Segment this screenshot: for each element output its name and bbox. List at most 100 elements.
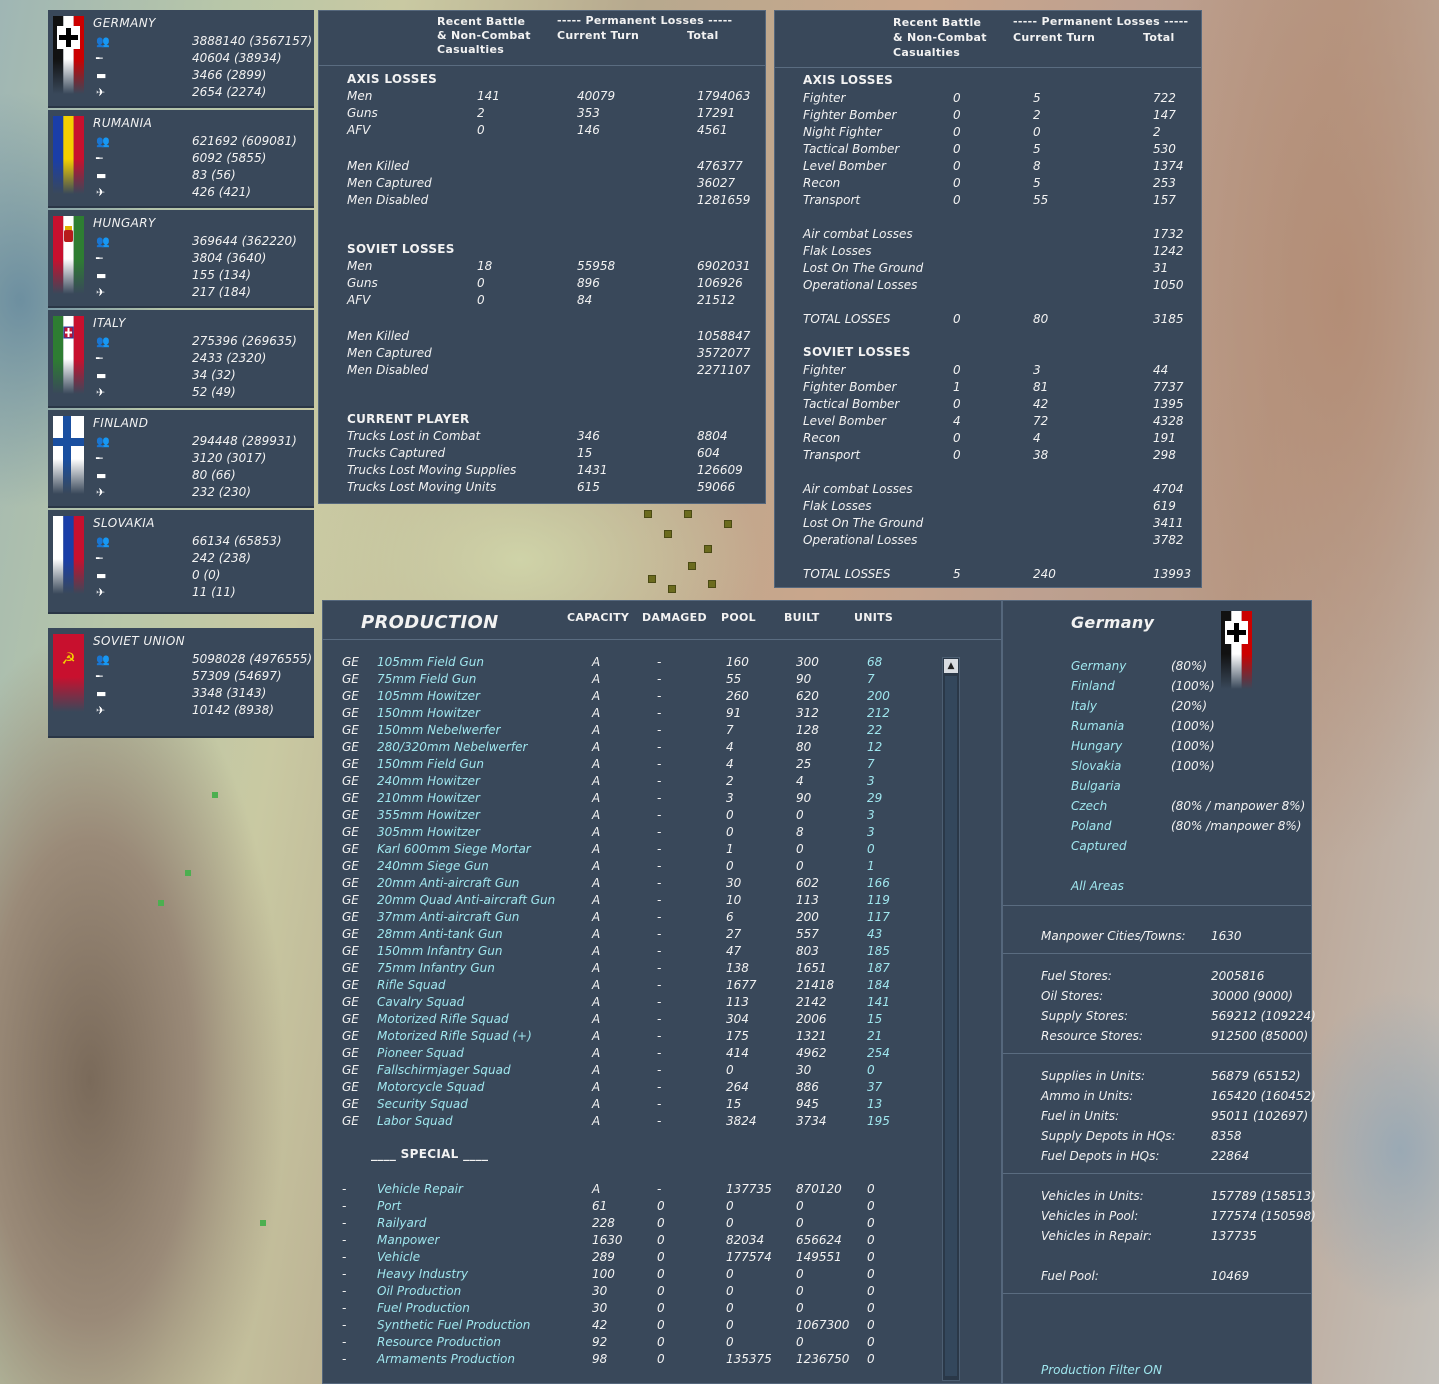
production-row[interactable]: GE 305mm Howitzer A - 0 8 3 [323,825,923,842]
nation-box-finland[interactable]: FINLAND 👥 294448 (289931) ╾ 3120 (3017) ▬ 80 (… [48,410,314,508]
production-row[interactable]: GE Labor Squad A - 3824 3734 195 [323,1114,923,1131]
production-row[interactable]: GE Karl 600mm Siege Mortar A - 1 0 0 [323,842,923,859]
area-link[interactable]: Italy [1071,699,1097,713]
production-row[interactable]: GE Pioneer Squad A - 414 4962 254 [323,1046,923,1063]
production-row[interactable]: GE 28mm Anti-tank Gun A - 27 557 43 [323,927,923,944]
unit-supply-label: Ammo in Units: [1041,1089,1134,1103]
production-row[interactable]: GE 150mm Howitzer A - 91 312 212 [323,706,923,723]
area-link[interactable]: Hungary [1071,739,1122,753]
nation-box-germany[interactable]: GERMANY 👥 3888140 (3567157) ╾ 40604 (38934) ▬… [48,10,314,108]
col-damaged[interactable]: DAMAGED [642,611,707,625]
item-cell: 187 [867,961,890,975]
special-row[interactable]: - Manpower 1630 0 82034 656624 0 [323,1233,923,1250]
special-row[interactable]: - Fuel Production 30 0 0 0 0 [323,1301,923,1318]
scroll-thumb[interactable] [945,676,957,1376]
production-row[interactable]: GE 150mm Nebelwerfer A - 7 128 22 [323,723,923,740]
production-row[interactable]: GE 75mm Field Gun A - 55 90 7 [323,672,923,689]
item-cell: GE [342,689,359,703]
production-row[interactable]: GE 150mm Field Gun A - 4 25 7 [323,757,923,774]
nation-men-value: 621692 (609081) [192,134,297,148]
unit-counter[interactable] [724,520,732,528]
col-units[interactable]: UNITS [854,611,893,625]
nation-box-hungary[interactable]: HUNGARY 👥 369644 (362220) ╾ 3804 (3640) ▬ 155 … [48,210,314,308]
special-row[interactable]: - Oil Production 30 0 0 0 0 [323,1284,923,1301]
area-link[interactable]: Slovakia [1071,759,1121,773]
unit-counter[interactable] [664,530,672,538]
item-cell: A [592,655,601,669]
special-row[interactable]: - Heavy Industry 100 0 0 0 0 [323,1267,923,1284]
unit-counter[interactable] [704,545,712,553]
production-filter-toggle[interactable]: Production Filter ON [1041,1363,1162,1377]
vehicle-value: 177574 (150598) [1211,1209,1316,1223]
production-row[interactable]: GE 75mm Infantry Gun A - 138 1651 187 [323,961,923,978]
item-cell: - [657,1114,662,1128]
area-link[interactable]: Captured [1071,839,1127,853]
col-pool[interactable]: POOL [721,611,756,625]
production-row[interactable]: GE 150mm Infantry Gun A - 47 803 185 [323,944,923,961]
production-row[interactable]: GE Cavalry Squad A - 113 2142 141 [323,995,923,1012]
special-item-cell: 228 [592,1216,615,1230]
area-link[interactable]: Rumania [1071,719,1124,733]
axis-ground-cell: Guns [347,106,378,120]
soviet-air-cell: Recon [803,431,841,445]
col-built[interactable]: BUILT [784,611,820,625]
special-row[interactable]: - Vehicle 289 0 177574 149551 0 [323,1250,923,1267]
production-scrollbar[interactable]: ▲ [942,657,960,1381]
unit-counter[interactable] [668,585,676,593]
nation-box-rumania[interactable]: RUMANIA 👥 621692 (609081) ╾ 6092 (5855) ▬ 83 (… [48,110,314,208]
production-row[interactable]: GE 105mm Howitzer A - 260 620 200 [323,689,923,706]
special-row[interactable]: - Vehicle Repair A - 137735 870120 0 [323,1182,923,1199]
nation-box-slovakia[interactable]: SLOVAKIA 👥 66134 (65853) ╾ 242 (238) ▬ 0 (0) ✈ 1… [48,510,314,614]
special-item-cell: 1067300 [796,1318,850,1332]
item-name: 105mm Field Gun [377,655,484,669]
area-link[interactable]: Bulgaria [1071,779,1121,793]
unit-counter[interactable] [648,575,656,583]
nation-box-italy[interactable]: ITALY 👥 275396 (269635) ╾ 2433 (2320) ▬ 34 (32… [48,310,314,408]
item-cell: 15 [867,1012,883,1026]
production-row[interactable]: GE Motorized Rifle Squad (+) A - 175 1321 21 [323,1029,923,1046]
col-capacity[interactable]: CAPACITY [567,611,629,625]
item-cell: GE [342,842,359,856]
production-row[interactable]: GE Security Squad A - 15 945 13 [323,1097,923,1114]
area-link[interactable]: Finland [1071,679,1115,693]
production-row[interactable]: GE Rifle Squad A - 1677 21418 184 [323,978,923,995]
axis-air-title: AXIS LOSSES [803,73,894,87]
production-row[interactable]: GE 210mm Howitzer A - 3 90 29 [323,791,923,808]
special-row[interactable]: - Railyard 228 0 0 0 0 [323,1216,923,1233]
production-row[interactable]: GE 20mm Anti-aircraft Gun A - 30 602 166 [323,876,923,893]
production-row[interactable]: GE 20mm Quad Anti-aircraft Gun A - 10 113 119 [323,893,923,910]
scroll-up-button[interactable]: ▲ [944,659,958,673]
special-item-cell: 0 [657,1335,665,1349]
special-item-cell: - [342,1216,347,1230]
production-row[interactable]: GE 355mm Howitzer A - 0 0 3 [323,808,923,825]
all-areas-link[interactable]: All Areas [1071,879,1124,893]
item-cell: A [592,757,601,771]
special-row[interactable]: - Armaments Production 98 0 135375 1236750 0 [323,1352,923,1369]
special-row[interactable]: - Synthetic Fuel Production 42 0 0 1067300 0 [323,1318,923,1335]
area-link[interactable]: Poland [1071,819,1112,833]
item-cell: 312 [796,706,819,720]
truck-loss-label: Trucks Captured [347,446,446,460]
unit-counter[interactable] [688,562,696,570]
production-row[interactable]: GE 240mm Siege Gun A - 0 0 1 [323,859,923,876]
production-row[interactable]: GE Motorized Rifle Squad A - 304 2006 15 [323,1012,923,1029]
special-item-cell: 61 [592,1199,608,1213]
special-row[interactable]: - Resource Production 92 0 0 0 0 [323,1335,923,1352]
production-row[interactable]: GE 240mm Howitzer A - 2 4 3 [323,774,923,791]
hdr-perm: ----- Permanent Losses ----- [1013,15,1189,28]
area-link[interactable]: Czech [1071,799,1107,813]
unit-counter[interactable] [684,510,692,518]
production-row[interactable]: GE 37mm Anti-aircraft Gun A - 6 200 117 [323,910,923,927]
area-link[interactable]: Germany [1071,659,1126,673]
unit-counter[interactable] [644,510,652,518]
production-row[interactable]: GE 105mm Field Gun A - 160 300 68 [323,655,923,672]
production-row[interactable]: GE 280/320mm Nebelwerfer A - 4 80 12 [323,740,923,757]
special-row[interactable]: - Port 61 0 0 0 0 [323,1199,923,1216]
production-row[interactable]: GE Motorcycle Squad A - 264 886 37 [323,1080,923,1097]
item-cell: 47 [726,944,742,958]
unit-counter[interactable] [708,580,716,588]
special-item-cell: 0 [726,1335,734,1349]
nation-box-soviet[interactable]: ☭ SOVIET UNION 👥 5098028 (4976555) ╾ 57309 (5… [48,628,314,738]
production-row[interactable]: GE Fallschirmjager Squad A - 0 30 0 [323,1063,923,1080]
aircraft-icon: ✈ [96,704,106,717]
